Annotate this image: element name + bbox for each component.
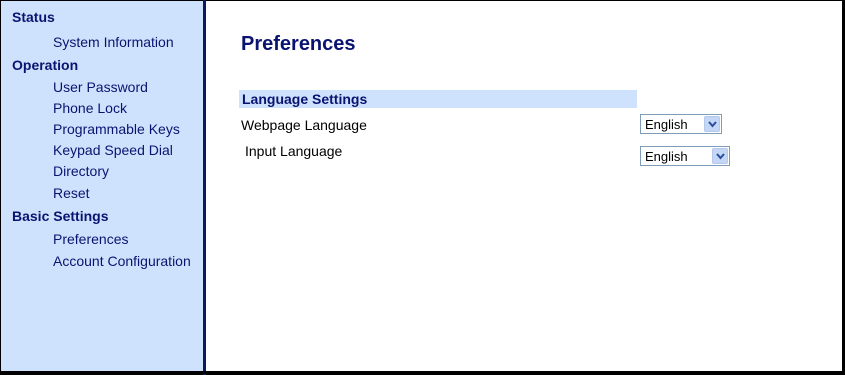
frame-bottom-edge — [0, 371, 845, 374]
input-language-label: Input Language — [245, 143, 343, 159]
language-settings-header: Language Settings — [239, 90, 637, 108]
frame-right-edge — [842, 0, 844, 375]
sidebar-item-reset[interactable]: Reset — [53, 185, 90, 201]
nav-section-basic-settings: Basic Settings — [12, 208, 109, 224]
sidebar-item-phone-lock[interactable]: Phone Lock — [53, 100, 127, 116]
webpage-language-select[interactable]: English — [640, 114, 722, 134]
sidebar-item-preferences[interactable]: Preferences — [53, 231, 128, 247]
page-title: Preferences — [241, 33, 356, 55]
webpage-language-label: Webpage Language — [241, 117, 367, 133]
sidebar-item-account-configuration[interactable]: Account Configuration — [53, 253, 191, 269]
sidebar-nav: Status System Information Operation User… — [1, 1, 203, 371]
webpage-language-value: English — [645, 117, 688, 132]
sidebar-item-programmable-keys[interactable]: Programmable Keys — [53, 121, 180, 137]
sidebar-item-system-information[interactable]: System Information — [53, 34, 174, 50]
input-language-select[interactable]: English — [640, 146, 730, 166]
input-language-value: English — [645, 149, 688, 164]
nav-section-status: Status — [12, 9, 55, 25]
section-title: Language Settings — [242, 91, 368, 107]
chevron-down-icon[interactable] — [704, 116, 720, 132]
main-content: Preferences Language Settings Webpage La… — [206, 1, 842, 371]
sidebar-item-user-password[interactable]: User Password — [53, 79, 148, 95]
sidebar-item-directory[interactable]: Directory — [53, 163, 109, 179]
chevron-down-icon[interactable] — [712, 148, 728, 164]
nav-section-operation: Operation — [12, 57, 79, 73]
sidebar-item-keypad-speed-dial[interactable]: Keypad Speed Dial — [53, 142, 173, 158]
